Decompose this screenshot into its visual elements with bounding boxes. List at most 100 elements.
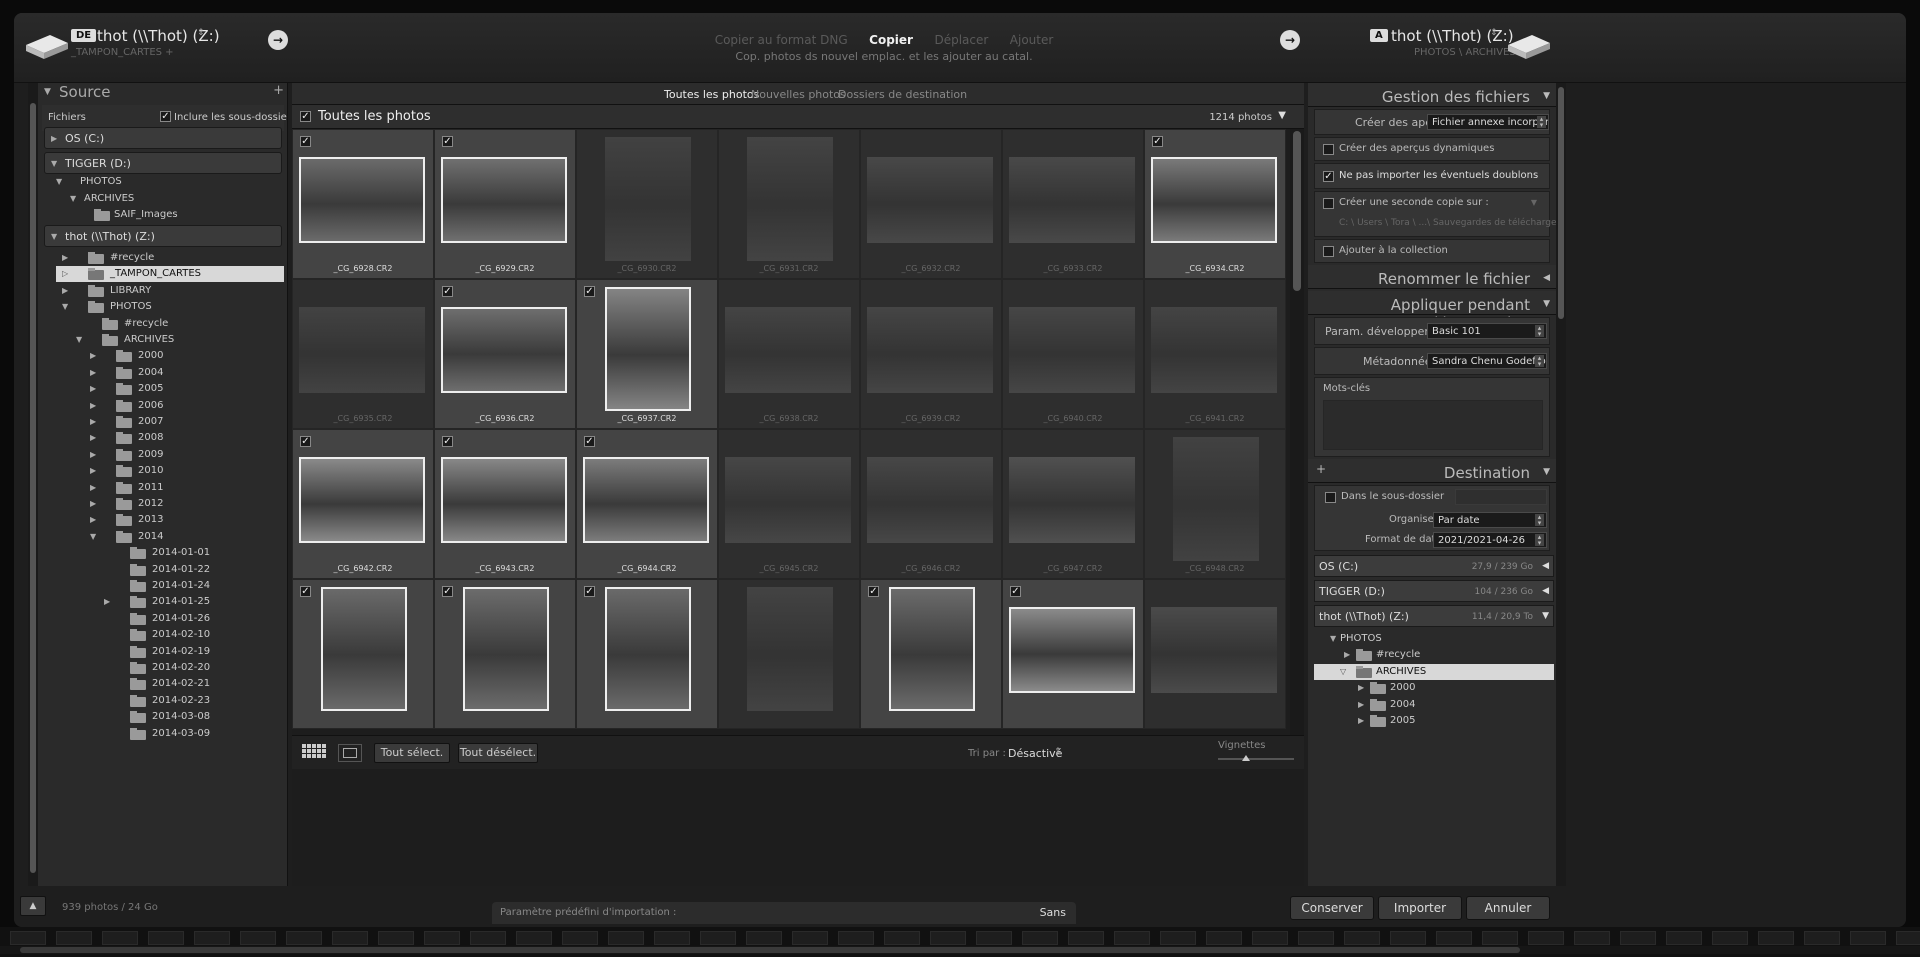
tree-item[interactable]: ▶ 2005 [42, 381, 284, 397]
photo-cell[interactable]: ✓ _CG_6937.CR2 [576, 279, 718, 429]
photo-cell[interactable]: _CG_6948.CR2 [1144, 429, 1286, 579]
tree-item[interactable]: ▷ _TAMPON_CARTES [42, 266, 284, 283]
deselect-all-button[interactable]: Tout désélect. [458, 743, 538, 763]
expand-icon[interactable]: ▶ [90, 466, 96, 475]
add-icon[interactable]: + [1316, 462, 1326, 476]
photo-checkbox[interactable]: ✓ [442, 136, 453, 147]
photo-checkbox[interactable]: ✓ [1152, 136, 1163, 147]
tree-item[interactable]: ▶ 2013 [42, 512, 284, 528]
tree-item[interactable]: ▼ ARCHIVES [42, 332, 284, 348]
photo-cell[interactable]: _CG_6933.CR2 [1002, 129, 1144, 279]
tree-item[interactable]: 2014-01-24 [42, 578, 284, 594]
photo-cell[interactable]: ✓ _CG_6936.CR2 [434, 279, 576, 429]
volume-os-c[interactable]: ▶ OS (C:) [44, 127, 282, 149]
volume-tigger-d[interactable]: ▼ TIGGER (D:) [44, 152, 282, 174]
photo-cell[interactable] [718, 579, 860, 729]
expand-icon[interactable]: ▶ [1344, 650, 1350, 659]
dest-tree-item[interactable]: ▶ 2005 [1314, 713, 1554, 729]
tab-all-photos[interactable]: Toutes les photos [664, 88, 759, 101]
tree-item[interactable]: ▶ 2007 [42, 414, 284, 430]
dropdown-icon[interactable]: ▼ [1531, 198, 1537, 207]
collapse-icon[interactable]: ▽ [1340, 667, 1346, 676]
expand-icon[interactable]: ◀ [1542, 561, 1549, 571]
tree-item[interactable]: SAIF_Images [42, 207, 284, 223]
photo-cell[interactable]: ✓ _CG_6944.CR2 [576, 429, 718, 579]
expand-icon[interactable]: ▶ [90, 417, 96, 426]
collapse-icon[interactable]: ▼ [1543, 91, 1550, 101]
expand-icon[interactable]: ▶ [90, 433, 96, 442]
source-header[interactable]: ▼ Source + [42, 83, 287, 105]
previews-select[interactable]: Fichier annexe incorporé ▴ ▾ [1427, 114, 1549, 130]
tree-item[interactable]: ▶ 2012 [42, 496, 284, 512]
photo-checkbox[interactable]: ✓ [442, 286, 453, 297]
collapse-icon[interactable]: ▼ [1543, 299, 1550, 309]
file-handling-header[interactable]: Gestion des fichiers ▼ [1308, 83, 1556, 107]
dest-tree-item[interactable]: ▶ 2004 [1314, 697, 1554, 713]
collapse-icon[interactable]: ▼ [70, 194, 76, 203]
expand-icon[interactable]: ▶ [104, 597, 110, 606]
add-collection-checkbox[interactable] [1323, 246, 1334, 257]
settings-scrollbar[interactable] [1556, 83, 1566, 886]
tree-item[interactable]: ▼ ARCHIVES [42, 191, 284, 207]
slider-handle[interactable] [1242, 755, 1250, 761]
dest-volume-os-c[interactable]: OS (C:) 27,9 / 239 Go ◀ [1314, 555, 1554, 577]
date-format-select[interactable]: 2021/2021-04-26 ▴ ▾ [1433, 532, 1547, 548]
check-all-checkbox[interactable]: ✓ [300, 111, 311, 122]
photo-cell[interactable]: _CG_6941.CR2 [1144, 279, 1286, 429]
expand-icon[interactable]: ▶ [1358, 683, 1364, 692]
organize-select[interactable]: Par date ▴ ▾ [1433, 512, 1547, 528]
grid-view-icon[interactable] [302, 744, 326, 762]
collapse-icon[interactable]: ▼ [76, 335, 82, 344]
keywords-input[interactable] [1323, 400, 1543, 450]
photo-checkbox[interactable]: ✓ [868, 586, 879, 597]
rename-header[interactable]: Renommer le fichier ◀ [1308, 265, 1556, 289]
tree-item[interactable]: 2014-03-09 [42, 726, 284, 742]
mode-dng[interactable]: Copier au format DNG [715, 33, 848, 47]
mode-move[interactable]: Déplacer [934, 33, 988, 47]
metadata-select[interactable]: Sandra Chenu Godefroy ▴ ▾ [1427, 353, 1547, 369]
photo-checkbox[interactable]: ✓ [300, 136, 311, 147]
grid-menu-icon[interactable]: ▼ [1278, 110, 1286, 121]
apply-header[interactable]: Appliquer pendant l'importation▼ [1308, 291, 1556, 332]
expand-icon[interactable]: ◀ [1542, 586, 1549, 596]
collapse-icon[interactable]: ▼ [1543, 467, 1550, 477]
collapse-icon[interactable]: ▼ [62, 302, 68, 311]
collapse-icon[interactable]: ▼ [51, 232, 57, 241]
tree-item[interactable]: 2014-03-08 [42, 709, 284, 725]
photo-cell[interactable]: _CG_6947.CR2 [1002, 429, 1144, 579]
subfolder-input[interactable] [1455, 489, 1547, 505]
select-all-button[interactable]: Tout sélect. [374, 743, 450, 763]
volume-thot-z[interactable]: ▼ thot (\\Thot) (Z:) [44, 225, 282, 247]
add-icon[interactable]: + [273, 83, 284, 98]
photo-checkbox[interactable]: ✓ [300, 586, 311, 597]
tree-item[interactable]: 2014-02-10 [42, 627, 284, 643]
collapse-icon[interactable]: ▼ [51, 159, 57, 168]
photo-cell[interactable]: ✓ [1002, 579, 1144, 729]
dest-tree-item[interactable]: ▼ PHOTOS [1314, 631, 1554, 647]
tab-destination-folders[interactable]: Dossiers de destination [838, 88, 967, 101]
photo-cell[interactable] [1144, 579, 1286, 729]
tree-item[interactable]: 2014-02-20 [42, 660, 284, 676]
photo-cell[interactable]: ✓ [292, 579, 434, 729]
collapse-icon[interactable]: ▼ [56, 177, 62, 186]
tree-item[interactable]: ▶ 2014-01-25 [42, 594, 284, 610]
tree-item[interactable]: ▶ 2008 [42, 430, 284, 446]
keep-button[interactable]: Conserver [1290, 896, 1374, 920]
second-copy-checkbox[interactable] [1323, 198, 1334, 209]
expand-icon[interactable]: ▶ [51, 134, 57, 143]
expand-icon[interactable]: ▶ [90, 368, 96, 377]
tree-item[interactable]: 2014-02-19 [42, 644, 284, 660]
photo-checkbox[interactable]: ✓ [584, 436, 595, 447]
destination-header[interactable]: + Destination ▼ [1308, 459, 1556, 483]
dest-volume-thot-z[interactable]: thot (\\Thot) (Z:) 11,4 / 20,9 To ▼ [1314, 605, 1554, 627]
expand-icon[interactable]: ▶ [62, 286, 68, 295]
tree-item[interactable]: 2014-01-26 [42, 611, 284, 627]
tree-item[interactable]: ▶ 2010 [42, 463, 284, 479]
photo-cell[interactable]: _CG_6935.CR2 [292, 279, 434, 429]
photo-checkbox[interactable]: ✓ [584, 286, 595, 297]
expand-icon[interactable]: ▶ [90, 401, 96, 410]
tree-item[interactable]: ▼ PHOTOS [42, 299, 284, 315]
tree-item[interactable]: ▶ 2000 [42, 348, 284, 364]
dest-tree-item[interactable]: ▶ 2000 [1314, 680, 1554, 696]
collapse-icon[interactable]: ▼ [1542, 611, 1549, 621]
